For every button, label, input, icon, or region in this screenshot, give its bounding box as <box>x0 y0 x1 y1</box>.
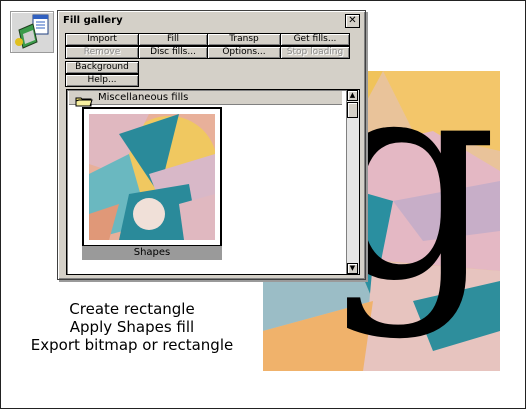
folder-icon <box>75 92 93 107</box>
instructions: Create rectangle Apply Shapes fill Expor… <box>30 300 234 354</box>
title-bar[interactable]: Fill gallery ✕ <box>61 14 362 29</box>
section-label: Miscellaneous fills <box>98 92 189 103</box>
remove-button[interactable]: Remove <box>65 46 139 59</box>
instruction-line: Create rectangle <box>69 300 195 318</box>
help-button[interactable]: Help... <box>65 74 139 87</box>
scroll-thumb[interactable] <box>347 102 358 118</box>
gallery-list[interactable]: Miscellaneous fills Shapes ▲ ▼ <box>66 89 360 275</box>
section-header-miscellaneous-fills[interactable]: Miscellaneous fills <box>69 91 342 107</box>
scroll-down-button[interactable]: ▼ <box>347 263 358 274</box>
instruction-line: Apply Shapes fill <box>69 318 195 336</box>
fill-gallery-icon[interactable] <box>10 11 54 53</box>
close-button[interactable]: ✕ <box>345 14 360 28</box>
get-fills-button[interactable]: Get fills... <box>280 33 350 46</box>
import-button[interactable]: Import <box>65 33 139 46</box>
scroll-up-button[interactable]: ▲ <box>347 90 358 101</box>
vertical-scrollbar[interactable]: ▲ ▼ <box>346 90 359 274</box>
fill-button[interactable]: Fill <box>138 33 208 46</box>
window-title: Fill gallery <box>63 15 123 26</box>
background-button[interactable]: Background <box>65 61 139 74</box>
shapes-fill-thumbnail[interactable] <box>82 107 222 247</box>
disc-fills-button[interactable]: Disc fills... <box>138 46 208 59</box>
instruction-line: Export bitmap or rectangle <box>30 336 234 354</box>
options-button[interactable]: Options... <box>207 46 281 59</box>
shapes-item-label[interactable]: Shapes <box>82 246 222 260</box>
fill-gallery-window: Fill gallery ✕ Import Fill Transp Get fi… <box>57 10 366 280</box>
transp-button[interactable]: Transp <box>207 33 281 46</box>
stop-loading-button[interactable]: Stop loading <box>280 46 350 59</box>
